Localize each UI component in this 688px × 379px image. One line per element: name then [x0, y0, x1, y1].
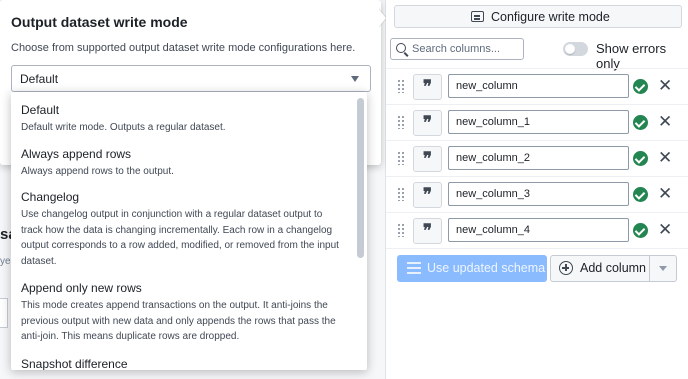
add-column-button-group: Add column [550, 255, 677, 282]
string-type-icon: ❞ [422, 77, 433, 97]
menu-item-title: Default [21, 103, 60, 117]
column-name-value: new_column_1 [456, 116, 530, 128]
popover-title: Output dataset write mode [11, 14, 188, 30]
remove-column-icon[interactable]: ✕ [658, 114, 672, 131]
column-name-input[interactable]: new_column_2 [448, 146, 629, 170]
toggle-knob [565, 44, 575, 54]
menu-item-changelog[interactable]: Changelog Use changelog output in conjun… [11, 190, 351, 269]
menu-item-description: This mode creates append transactions on… [21, 300, 336, 342]
remove-column-icon[interactable]: ✕ [658, 186, 672, 203]
menu-item-description: Use changelog output in conjunction with… [21, 209, 339, 267]
remove-column-icon[interactable]: ✕ [658, 222, 672, 239]
string-type-icon: ❞ [422, 149, 433, 169]
column-row: ❞ new_column_4 ✕ [386, 212, 688, 248]
column-type-button[interactable]: ❞ [413, 146, 442, 172]
background-text-fragment: ye [0, 256, 11, 267]
valid-check-icon [633, 151, 648, 166]
add-circle-icon [559, 261, 573, 275]
add-column-label: Add column [580, 261, 647, 275]
column-name-value: new_column_3 [456, 188, 530, 200]
show-errors-toggle[interactable] [563, 42, 588, 56]
column-row: ❞ new_column_1 ✕ [386, 104, 688, 140]
column-type-button[interactable]: ❞ [413, 218, 442, 244]
drag-handle-icon[interactable] [397, 223, 405, 237]
string-type-icon: ❞ [422, 113, 433, 133]
search-icon [396, 43, 406, 53]
menu-item-append-new-rows[interactable]: Append only new rows This mode creates a… [11, 281, 351, 345]
string-type-icon: ❞ [422, 221, 433, 241]
divider [386, 248, 688, 249]
write-mode-menu: Default Default write mode. Outputs a re… [11, 92, 367, 370]
popover-description: Choose from supported output dataset wri… [11, 42, 356, 54]
chevron-down-icon[interactable] [659, 266, 667, 271]
column-name-value: new_column_2 [456, 152, 530, 164]
menu-item-title: Always append rows [21, 147, 132, 161]
drag-handle-icon[interactable] [397, 151, 405, 165]
column-name-input[interactable]: new_column [448, 74, 629, 98]
background-input-fragment [0, 298, 8, 328]
use-updated-schema-label: Use updated schema [427, 261, 546, 275]
add-column-button[interactable]: Add column [551, 256, 650, 281]
column-type-button[interactable]: ❞ [413, 182, 442, 208]
remove-column-icon[interactable]: ✕ [658, 150, 672, 167]
column-type-button[interactable]: ❞ [413, 74, 442, 100]
column-name-value: new_column [456, 80, 518, 92]
configure-write-mode-button[interactable]: Configure write mode [394, 5, 682, 28]
configure-write-mode-label: Configure write mode [491, 10, 610, 24]
valid-check-icon [633, 223, 648, 238]
schema-panel: Configure write mode Search columns... S… [386, 0, 688, 379]
menu-scrollbar[interactable] [357, 98, 364, 258]
remove-column-icon[interactable]: ✕ [658, 78, 672, 95]
column-name-input[interactable]: new_column_1 [448, 110, 629, 134]
write-mode-select[interactable]: Default [11, 65, 371, 92]
menu-item-title: Changelog [21, 190, 80, 204]
popover-arrow [378, 8, 386, 28]
column-row: ❞ new_column ✕ [386, 68, 688, 104]
valid-check-icon [633, 187, 648, 202]
valid-check-icon [633, 115, 648, 130]
show-errors-label: Show errors only [596, 41, 667, 71]
string-type-icon: ❞ [422, 185, 433, 205]
menu-item-snapshot-difference[interactable]: Snapshot difference [11, 357, 138, 370]
search-columns-input[interactable]: Search columns... [390, 38, 524, 60]
column-row: ❞ new_column_3 ✕ [386, 176, 688, 212]
column-name-input[interactable]: new_column_4 [448, 218, 629, 242]
drag-handle-icon[interactable] [397, 187, 405, 201]
column-name-value: new_column_4 [456, 224, 530, 236]
select-value: Default [20, 72, 59, 86]
menu-item-description: Default write mode. Outputs a regular da… [21, 122, 226, 133]
column-row: ❞ new_column_2 ✕ [386, 140, 688, 176]
menu-item-always-append[interactable]: Always append rows Always append rows to… [11, 147, 184, 180]
use-updated-schema-button[interactable]: Use updated schema [397, 255, 547, 282]
column-type-button[interactable]: ❞ [413, 110, 442, 136]
menu-item-title: Append only new rows [21, 281, 142, 295]
list-icon [407, 262, 421, 274]
menu-item-default[interactable]: Default Default write mode. Outputs a re… [11, 103, 236, 136]
drag-handle-icon[interactable] [397, 115, 405, 129]
drag-handle-icon[interactable] [397, 79, 405, 93]
valid-check-icon [633, 79, 648, 94]
column-name-input[interactable]: new_column_3 [448, 182, 629, 206]
search-placeholder: Search columns... [412, 43, 501, 55]
menu-item-title: Snapshot difference [21, 357, 128, 370]
caret-down-icon [351, 76, 359, 82]
menu-item-description: Always append rows to the output. [21, 166, 174, 177]
document-icon [471, 11, 484, 22]
